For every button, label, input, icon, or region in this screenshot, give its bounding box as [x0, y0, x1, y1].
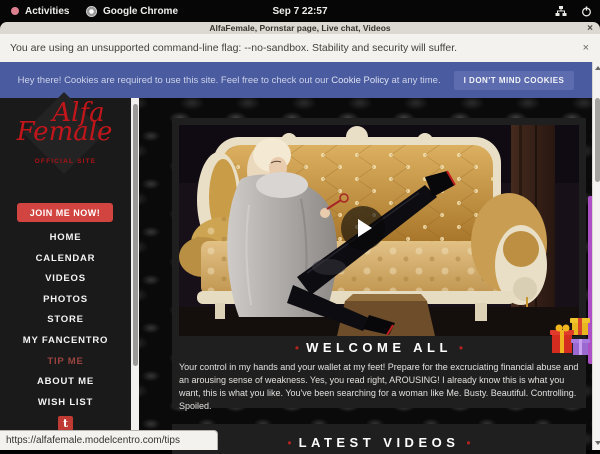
official-site-tagline: OFFICIAL SITE — [0, 158, 131, 165]
sidebar-item-store[interactable]: STORE — [0, 313, 131, 326]
flag-close-icon[interactable]: × — [583, 34, 589, 62]
site-logo[interactable]: Alfa Female — [0, 100, 131, 145]
cookie-message: Hey there! Cookies are required to use t… — [18, 75, 441, 86]
cookie-consent-bar: Hey there! Cookies are required to use t… — [0, 62, 592, 98]
welcome-title: WELCOME ALL — [306, 340, 452, 355]
gifts-icon[interactable] — [548, 315, 594, 362]
welcome-section-card: • WELCOME ALL • Your control in my hands… — [172, 118, 586, 408]
latest-videos-title: LATEST VIDEOS — [299, 435, 460, 450]
heading-bullet-icon: • — [287, 437, 291, 449]
sidebar-scrollbar-thumb[interactable] — [133, 104, 138, 366]
sidebar-menu: HOME CALENDAR VIDEOS PHOTOS STORE MY FAN… — [0, 231, 131, 416]
page-scrollbar-track[interactable] — [592, 62, 600, 450]
play-button[interactable] — [341, 206, 385, 250]
power-icon[interactable] — [581, 6, 592, 17]
sidebar-item-photos[interactable]: PHOTOS — [0, 293, 131, 306]
cookie-accept-button[interactable]: I DON'T MIND COOKIES — [454, 71, 575, 90]
web-page: Hey there! Cookies are required to use t… — [0, 62, 600, 450]
clock[interactable]: Sep 7 22:57 — [0, 0, 600, 22]
browser-title-bar[interactable]: AlfaFemale, Pornstar page, Live chat, Vi… — [0, 22, 600, 34]
window-title: AlfaFemale, Pornstar page, Live chat, Vi… — [0, 22, 600, 34]
scrollbar-up-arrow-icon[interactable] — [595, 66, 600, 70]
play-icon — [358, 219, 372, 237]
sidebar-item-calendar[interactable]: CALENDAR — [0, 252, 131, 265]
hero-video-thumbnail[interactable] — [179, 125, 579, 336]
latest-videos-heading: • LATEST VIDEOS • — [172, 435, 586, 450]
status-url-bubble: https://alfafemale.modelcentro.com/tips — [0, 430, 218, 450]
sidebar-item-videos[interactable]: VIDEOS — [0, 272, 131, 285]
network-icon[interactable] — [555, 5, 567, 17]
heading-bullet-icon: • — [459, 342, 463, 354]
heading-bullet-icon: • — [295, 342, 299, 354]
welcome-paragraph: Your control in my hands and your wallet… — [179, 361, 579, 413]
cookie-message-post: at any time. — [389, 75, 441, 86]
cookie-message-pre: Hey there! Cookies are required to use t… — [18, 75, 332, 86]
sidebar-item-about-me[interactable]: ABOUT ME — [0, 375, 131, 388]
scrollbar-down-arrow-icon[interactable] — [595, 441, 600, 445]
status-url-text: https://alfafemale.modelcentro.com/tips — [6, 435, 180, 446]
welcome-heading: • WELCOME ALL • — [172, 340, 586, 355]
sidebar-item-wish-list[interactable]: WISH LIST — [0, 396, 131, 409]
logo-line2: Female — [0, 119, 131, 145]
window-close-icon[interactable]: × — [587, 22, 593, 34]
page-scrollbar-thumb[interactable] — [595, 98, 600, 182]
cookie-policy-link[interactable]: Cookie Policy — [331, 75, 389, 86]
system-top-bar: Activities Google Chrome Sep 7 22:57 — [0, 0, 600, 22]
heading-bullet-icon: • — [466, 437, 470, 449]
sidebar-item-my-fancentro[interactable]: MY FANCENTRO — [0, 334, 131, 347]
flag-notification-bar: You are using an unsupported command-lin… — [0, 34, 600, 63]
sidebar-scrollbar-track[interactable] — [131, 98, 139, 450]
flag-message: You are using an unsupported command-lin… — [10, 34, 457, 62]
sidebar: Alfa Female OFFICIAL SITE JOIN ME NOW! H… — [0, 98, 131, 450]
system-tray — [555, 0, 592, 22]
sidebar-item-home[interactable]: HOME — [0, 231, 131, 244]
sidebar-item-tip-me[interactable]: TIP ME — [0, 355, 131, 368]
tumblr-icon[interactable]: t — [58, 416, 73, 431]
join-me-now-button[interactable]: JOIN ME NOW! — [17, 203, 113, 222]
